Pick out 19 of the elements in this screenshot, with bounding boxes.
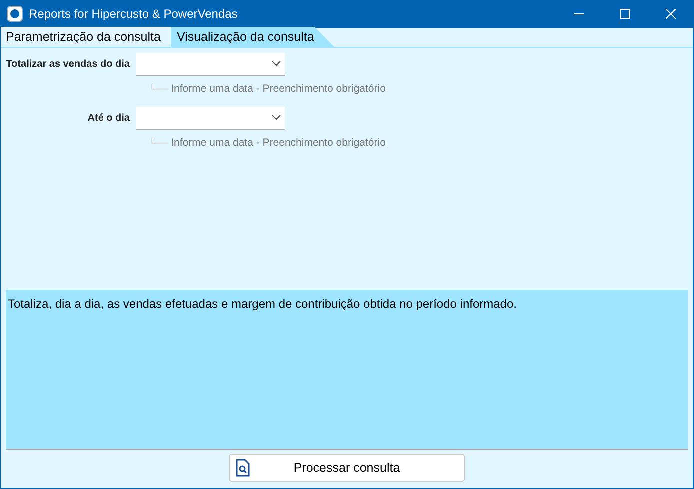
description-text: Totaliza, dia a dia, as vendas efetuadas e margem de contribuição obtida no período informado.: [8, 297, 517, 311]
date-dropdown[interactable]: [136, 53, 285, 76]
hint-text: Informe uma data - Preenchimento obrigatório: [171, 136, 386, 151]
field-label: Até o dia: [88, 112, 130, 126]
window-title: Reports for Hipercusto & PowerVendas: [29, 6, 238, 23]
document-search-icon: [236, 459, 250, 477]
maximize-icon: [620, 9, 630, 19]
field-label: Totalizar as vendas do dia: [6, 58, 130, 72]
tab[interactable]: Parametrização da consulta: [1, 27, 173, 47]
process-button[interactable]: Processar consulta: [229, 454, 465, 482]
tab[interactable]: Visualização da consulta: [170, 27, 334, 47]
date-dropdown[interactable]: [136, 106, 285, 130]
close-icon: [666, 9, 676, 19]
chevron-down-icon: [272, 61, 281, 67]
chevron-down-icon: [272, 114, 281, 121]
tree-connector: └──: [149, 83, 168, 96]
hint-text: Informe uma data - Preenchimento obrigatório: [171, 82, 386, 97]
tree-connector: └──: [149, 136, 168, 150]
app-logo-icon: [7, 6, 23, 22]
